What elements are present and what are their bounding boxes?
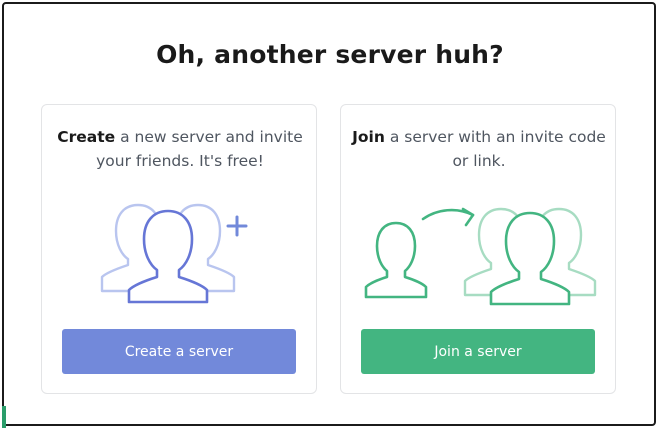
create-server-button[interactable]: Create a server bbox=[62, 329, 296, 374]
create-server-people-icon bbox=[100, 203, 248, 304]
create-bold-label: Create bbox=[57, 128, 116, 146]
join-server-people-icon bbox=[364, 207, 597, 306]
create-server-card: Create a new server and invite your frie… bbox=[41, 104, 317, 394]
modal-title: Oh, another server huh? bbox=[156, 40, 504, 69]
join-description-text: a server with an invite code or link. bbox=[384, 128, 606, 170]
create-description: Create a new server and invite your frie… bbox=[52, 125, 308, 173]
join-server-card: Join a server with an invite code or lin… bbox=[340, 104, 616, 394]
join-bold-label: Join bbox=[352, 128, 385, 146]
create-description-text: a new server and invite your friends. It… bbox=[96, 128, 303, 170]
join-description: Join a server with an invite code or lin… bbox=[351, 125, 607, 173]
join-server-button[interactable]: Join a server bbox=[361, 329, 595, 374]
corner-accent bbox=[2, 406, 6, 428]
